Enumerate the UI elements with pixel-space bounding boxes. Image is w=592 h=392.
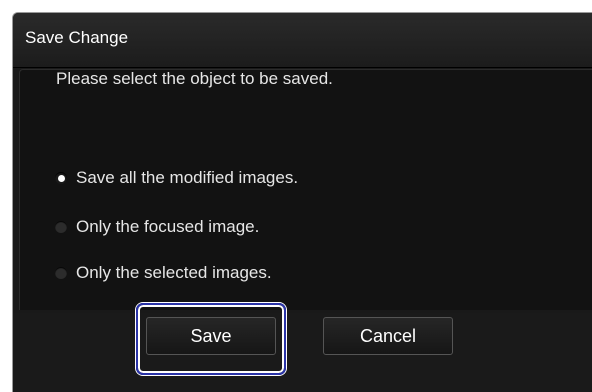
- option-label: Only the focused image.: [76, 217, 260, 236]
- save-prompt: Please select the object to be saved.: [56, 69, 333, 88]
- save-button[interactable]: Save: [146, 317, 276, 355]
- radio-unchecked-icon[interactable]: [55, 221, 67, 233]
- dialog-footer: [13, 313, 592, 392]
- option-save-all-modified[interactable]: Save all the modified images.: [55, 168, 298, 188]
- dialog-titlebar[interactable]: Save Change: [13, 13, 592, 68]
- dialog-title: Save Change: [25, 28, 129, 47]
- option-label: Only the selected images.: [76, 263, 272, 282]
- cancel-button[interactable]: Cancel: [323, 317, 453, 355]
- save-change-dialog: Save Change Please select the object to …: [12, 12, 592, 392]
- option-only-selected[interactable]: Only the selected images.: [55, 263, 272, 283]
- option-only-focused[interactable]: Only the focused image.: [55, 217, 259, 237]
- option-label: Save all the modified images.: [76, 168, 299, 187]
- radio-unchecked-icon[interactable]: [55, 267, 67, 279]
- radio-checked-icon[interactable]: [55, 172, 67, 184]
